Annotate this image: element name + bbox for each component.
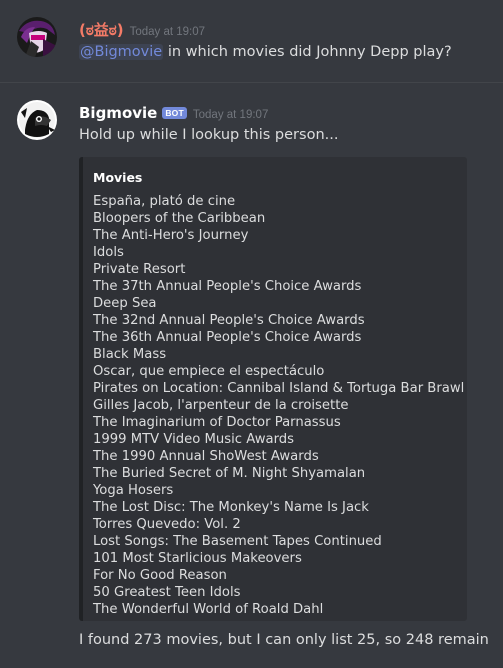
movie-item: Deep Sea: [93, 296, 157, 311]
movie-item: Black Mass: [93, 347, 167, 362]
bot-footer-text: I found 273 movies, but I can only list …: [79, 632, 489, 648]
movie-item: Yoga Hosers: [93, 483, 174, 498]
user-username[interactable]: (ಠ益ಠ): [79, 20, 124, 40]
bot-avatar[interactable]: [17, 100, 57, 140]
movie-item: Oscar, que empiece el espectáculo: [93, 364, 325, 379]
movie-item: The Lost Disc: The Monkey's Name Is Jack: [93, 500, 369, 515]
bot-avatar-image: [17, 100, 57, 140]
movie-item: 1999 MTV Video Music Awards: [93, 432, 295, 447]
user-avatar-image: [17, 17, 57, 57]
bot-message-header: Bigmovie BOT Today at 19:07: [79, 103, 268, 123]
movie-item: For No Good Reason: [93, 568, 227, 583]
movie-item: Pirates on Location: Cannibal Island & T…: [93, 381, 465, 396]
movie-item: 101 Most Starlicious Makeovers: [93, 551, 302, 566]
movie-item: The 37th Annual People's Choice Awards: [93, 279, 362, 294]
movie-item: Torres Quevedo: Vol. 2: [93, 517, 241, 532]
movie-item: Private Resort: [93, 262, 186, 277]
movie-item: The 36th Annual People's Choice Awards: [93, 330, 362, 345]
movie-item: Idols: [93, 245, 124, 260]
user-message-text: in which movies did Johnny Depp play?: [163, 44, 452, 60]
movie-item: The Imaginarium of Doctor Parnassus: [93, 415, 341, 430]
movie-item: Lost Songs: The Basement Tapes Continued: [93, 534, 382, 549]
user-message-header: (ಠ益ಠ) Today at 19:07: [79, 20, 205, 40]
bot-message-text: Hold up while I lookup this person...: [79, 127, 339, 143]
message-user: (ಠ益ಠ) Today at 19:07 @Bigmovie in which …: [0, 0, 503, 82]
movie-item: 50 Greatest Teen Idols: [93, 585, 241, 600]
movie-item: The 1990 Annual ShoWest Awards: [93, 449, 319, 464]
movie-item: The 32nd Annual People's Choice Awards: [93, 313, 365, 328]
user-timestamp[interactable]: Today at 19:07: [130, 26, 205, 38]
movie-item: Bloopers of the Caribbean: [93, 211, 266, 226]
user-avatar[interactable]: [17, 17, 57, 57]
movies-embed: Movies España, plató de cine Bloopers of…: [79, 157, 467, 621]
bot-username[interactable]: Bigmovie: [79, 103, 157, 123]
bot-mention[interactable]: @Bigmovie: [79, 44, 164, 60]
user-message-content: @Bigmovie in which movies did Johnny Dep…: [79, 42, 452, 62]
movie-item: The Buried Secret of M. Night Shyamalan: [93, 466, 366, 481]
movie-item: The Anti-Hero's Journey: [93, 228, 249, 243]
embed-movie-list: España, plató de cine Bloopers of the Ca…: [93, 193, 464, 618]
movie-item: The Wonderful World of Roald Dahl: [93, 602, 324, 617]
embed-title: Movies: [93, 170, 143, 185]
movie-item: Gilles Jacob, l'arpenteur de la croisett…: [93, 398, 349, 413]
movie-item: España, plató de cine: [93, 194, 236, 209]
bot-timestamp[interactable]: Today at 19:07: [193, 109, 268, 121]
bot-tag: BOT: [162, 107, 187, 119]
